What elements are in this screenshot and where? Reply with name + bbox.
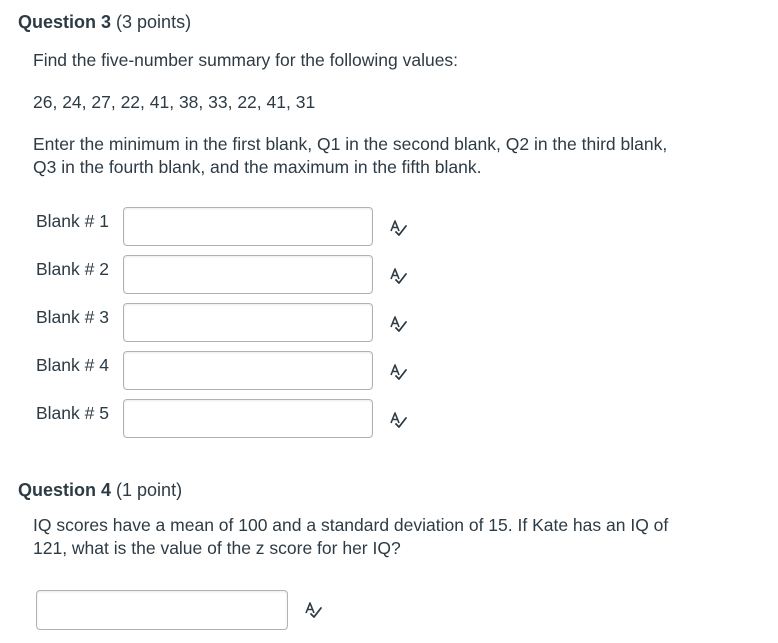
- spell-check-icon[interactable]: [388, 266, 408, 286]
- question-4-points: (1 point): [116, 480, 183, 500]
- question-4-prompt-line-2: 121, what is the value of the z score fo…: [33, 538, 401, 558]
- blank-label-3: Blank # 3: [36, 307, 109, 327]
- question-4-prompt: IQ scores have a mean of 100 and a stand…: [33, 514, 763, 560]
- blank-label-2: Blank # 2: [36, 259, 109, 279]
- spell-check-icon[interactable]: [388, 218, 408, 238]
- blank-input-2[interactable]: [123, 255, 373, 294]
- blank-row-4: Blank # 4: [0, 351, 778, 398]
- spell-check-icon[interactable]: [388, 410, 408, 430]
- blank-label-1: Blank # 1: [36, 211, 109, 231]
- blank-row-1: Blank # 1: [0, 207, 778, 254]
- question-4-number: Question 4: [18, 480, 112, 500]
- question-4-title: Question 4 (1 point): [18, 479, 182, 501]
- blank-input-5[interactable]: [123, 399, 373, 438]
- question-4-answer-input[interactable]: [36, 590, 288, 630]
- question-3-prompt: Find the five-number summary for the fol…: [33, 50, 459, 70]
- blank-input-4[interactable]: [123, 351, 373, 390]
- blank-label-4: Blank # 4: [36, 355, 109, 375]
- spell-check-icon[interactable]: [388, 362, 408, 382]
- instructions-line-1: Enter the minimum in the first blank, Q1…: [33, 134, 668, 154]
- blank-row-2: Blank # 2: [0, 255, 778, 302]
- blank-label-5: Blank # 5: [36, 403, 109, 423]
- blank-row-5: Blank # 5: [0, 399, 778, 446]
- instructions-line-2: Q3 in the fourth blank, and the maximum …: [33, 157, 482, 177]
- blank-input-1[interactable]: [123, 207, 373, 246]
- spell-check-icon[interactable]: [388, 314, 408, 334]
- question-3-values: 26, 24, 27, 22, 41, 38, 33, 22, 41, 31: [33, 92, 316, 112]
- blank-input-3[interactable]: [123, 303, 373, 342]
- question-3-points: (3 points): [116, 12, 192, 32]
- question-3-title: Question 3 (3 points): [18, 11, 191, 33]
- blank-row-3: Blank # 3: [0, 303, 778, 350]
- spell-check-icon[interactable]: [303, 600, 323, 620]
- question-3-number: Question 3: [18, 12, 112, 32]
- question-4-prompt-line-1: IQ scores have a mean of 100 and a stand…: [33, 515, 669, 535]
- question-3-instructions: Enter the minimum in the first blank, Q1…: [33, 133, 763, 179]
